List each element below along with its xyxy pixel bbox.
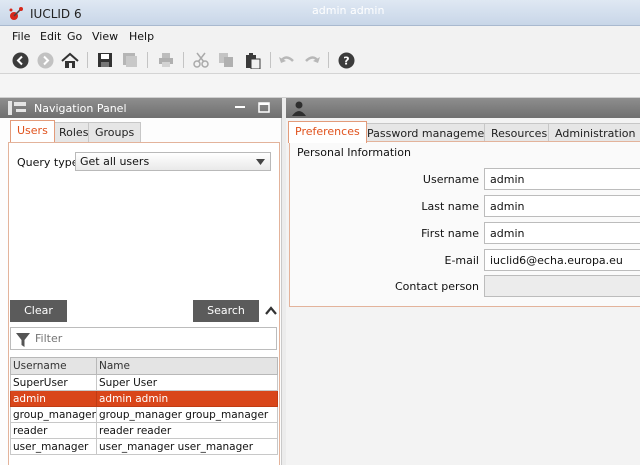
menu-file[interactable]: File <box>12 30 30 43</box>
minimize-panel-button[interactable] <box>233 100 247 114</box>
forward-button[interactable] <box>36 51 54 69</box>
username-label: Username <box>422 173 479 186</box>
cell-username: group_manager <box>10 406 97 423</box>
navigation-panel-title: Navigation Panel <box>34 102 127 115</box>
tab-preferences[interactable]: Preferences <box>288 121 367 143</box>
query-type-select[interactable]: Get all users <box>75 152 271 171</box>
menu-go[interactable]: Go <box>67 30 82 43</box>
cell-username: admin <box>10 390 97 407</box>
user-panel-header <box>286 98 640 118</box>
search-button[interactable]: Search <box>193 300 259 322</box>
table-row[interactable]: user_manager user_manager user_manager <box>10 438 278 455</box>
cell-username: SuperUser <box>10 374 97 391</box>
column-header-name[interactable]: Name <box>96 357 278 375</box>
toolbar-separator <box>183 52 184 68</box>
toolbar-separator <box>270 52 271 68</box>
cell-name: group_manager group_manager <box>96 406 278 423</box>
chevron-up-icon <box>265 306 277 315</box>
menu-bar: File Edit Go View Help <box>0 26 640 46</box>
iuclid-logo-icon <box>9 7 23 20</box>
svg-text:?: ? <box>343 54 349 67</box>
paste-button[interactable] <box>243 51 261 69</box>
cell-name: Super User <box>96 374 278 391</box>
tab-users[interactable]: Users <box>10 120 55 142</box>
save-all-icon <box>123 53 137 67</box>
navigation-panel-icon <box>8 101 26 115</box>
user-tabs: Preferences Password management Resource… <box>288 121 640 143</box>
filter-box <box>10 327 277 350</box>
copy-icon <box>219 53 233 67</box>
cell-name: reader reader <box>96 422 278 439</box>
undo-button[interactable] <box>277 51 295 69</box>
help-icon: ? <box>338 52 354 68</box>
print-button[interactable] <box>157 51 175 69</box>
address-strip <box>0 74 640 98</box>
maximize-icon <box>258 102 270 113</box>
email-label: E-mail <box>444 254 480 267</box>
navigation-panel-header: Navigation Panel <box>0 98 282 118</box>
query-type-label: Query type <box>17 156 79 169</box>
user-avatar-icon <box>292 101 306 116</box>
username-field[interactable]: admin <box>484 168 640 190</box>
help-button[interactable]: ? <box>337 51 355 69</box>
tab-administration[interactable]: Administration <box>548 123 640 143</box>
tab-resources[interactable]: Resources <box>484 123 555 143</box>
minimize-icon <box>235 106 245 108</box>
filter-input[interactable] <box>33 330 273 347</box>
menu-view[interactable]: View <box>92 30 118 43</box>
home-button[interactable] <box>61 51 79 69</box>
cell-name: admin admin <box>96 390 278 407</box>
section-title: Personal Information <box>297 146 411 159</box>
first-name-field[interactable]: admin <box>484 222 640 244</box>
users-table: Username Name SuperUser Super User admin… <box>10 357 278 455</box>
table-row[interactable]: group_manager group_manager group_manage… <box>10 406 278 423</box>
tab-password-management[interactable]: Password management <box>360 123 503 143</box>
contact-person-field[interactable] <box>484 275 640 297</box>
cell-username: user_manager <box>10 438 97 455</box>
maximize-panel-button[interactable] <box>257 100 271 114</box>
save-button[interactable] <box>96 51 114 69</box>
back-arrow-icon <box>12 52 28 68</box>
last-name-field[interactable]: admin <box>484 195 640 217</box>
save-all-button[interactable] <box>121 51 139 69</box>
menu-edit[interactable]: Edit <box>40 30 61 43</box>
navigation-tabs: Users Roles Groups <box>8 120 280 142</box>
table-row-selected[interactable]: admin admin admin <box>10 390 278 407</box>
user-panel-title: admin admin <box>312 4 385 17</box>
query-type-value: Get all users <box>80 155 150 168</box>
print-icon <box>159 53 173 67</box>
toolbar-separator <box>147 52 148 68</box>
cell-username: reader <box>10 422 97 439</box>
table-row[interactable]: reader reader reader <box>10 422 278 439</box>
chevron-down-icon <box>256 159 265 165</box>
table-row[interactable]: SuperUser Super User <box>10 374 278 391</box>
first-name-label: First name <box>421 227 479 240</box>
last-name-label: Last name <box>421 200 479 213</box>
window-title: IUCLID 6 <box>30 7 82 21</box>
email-field[interactable]: iuclid6@echa.europa.eu <box>484 249 640 271</box>
copy-button[interactable] <box>217 51 235 69</box>
filter-icon <box>16 333 30 347</box>
menu-help[interactable]: Help <box>129 30 154 43</box>
collapse-query-button[interactable] <box>263 303 279 319</box>
forward-arrow-icon <box>37 52 53 68</box>
column-header-username[interactable]: Username <box>10 357 97 375</box>
tab-groups[interactable]: Groups <box>88 122 142 142</box>
toolbar: ? <box>0 46 640 74</box>
paste-icon <box>245 52 260 69</box>
clear-button[interactable]: Clear <box>10 300 67 322</box>
cell-name: user_manager user_manager <box>96 438 278 455</box>
undo-icon <box>278 56 294 63</box>
toolbar-separator <box>328 52 329 68</box>
redo-icon <box>304 56 320 63</box>
contact-person-label: Contact person <box>395 280 479 293</box>
cut-button[interactable] <box>192 51 210 69</box>
table-header-row: Username Name <box>10 357 278 375</box>
redo-button[interactable] <box>303 51 321 69</box>
cut-icon <box>193 52 209 68</box>
save-icon <box>98 53 112 67</box>
toolbar-separator <box>87 52 88 68</box>
home-icon <box>61 52 79 68</box>
back-button[interactable] <box>11 51 29 69</box>
